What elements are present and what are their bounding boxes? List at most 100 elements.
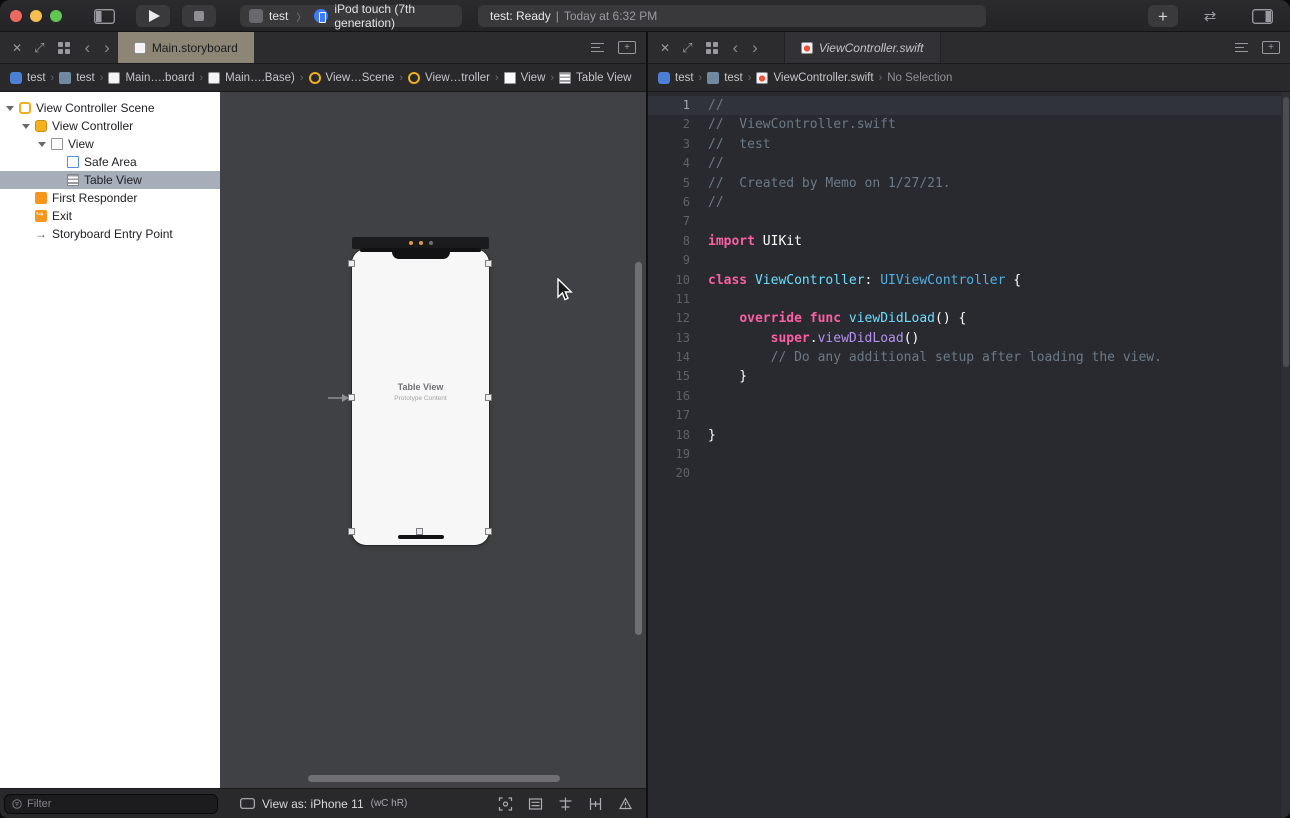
expand-editor-icon[interactable]: ⤢ bbox=[34, 40, 44, 56]
canvas-horizontal-scrollbar[interactable] bbox=[308, 775, 560, 782]
line-number[interactable]: 6 bbox=[648, 193, 690, 212]
line-number[interactable]: 9 bbox=[648, 251, 690, 270]
filter-input[interactable] bbox=[27, 797, 210, 810]
disclosure-triangle-icon[interactable] bbox=[38, 141, 46, 147]
breadcrumb-no-selection[interactable]: No Selection bbox=[887, 72, 952, 84]
add-editor-icon[interactable]: + bbox=[1262, 41, 1280, 54]
view-controller-scene-device[interactable]: Table View Prototype Content bbox=[352, 249, 489, 545]
storyboard-canvas[interactable]: Table View Prototype Content bbox=[220, 92, 646, 788]
line-number[interactable]: 16 bbox=[648, 387, 690, 406]
line-number[interactable]: 8 bbox=[648, 232, 690, 251]
line-number[interactable]: 3 bbox=[648, 135, 690, 154]
code-line[interactable]: 3 // test bbox=[648, 135, 1290, 154]
breadcrumb-table-view[interactable]: Table View bbox=[559, 71, 631, 84]
breadcrumb-viewcontroller-swift[interactable]: ViewController.swift bbox=[756, 71, 874, 84]
breadcrumb-view-troller[interactable]: View…troller bbox=[408, 71, 490, 84]
code-line[interactable]: 10 class ViewController: UIViewController… bbox=[648, 271, 1290, 290]
close-editor-icon[interactable]: ✕ bbox=[12, 41, 22, 55]
inspector-sidebar-toggle-button[interactable] bbox=[1246, 5, 1278, 27]
code-line[interactable]: 19 bbox=[648, 445, 1290, 464]
zoom-window-button[interactable] bbox=[50, 10, 62, 22]
line-number[interactable]: 15 bbox=[648, 367, 690, 386]
code-line[interactable]: 11 bbox=[648, 290, 1290, 309]
minimize-window-button[interactable] bbox=[30, 10, 42, 22]
run-button[interactable] bbox=[136, 5, 170, 27]
line-number[interactable]: 2 bbox=[648, 115, 690, 134]
code-line[interactable]: 18} bbox=[648, 426, 1290, 445]
source-editor[interactable]: 1 // 2 // ViewController.swift 3 // test 4 // 5 /… bbox=[648, 92, 1290, 818]
filter-field[interactable] bbox=[4, 793, 218, 814]
outline-row-view[interactable]: View bbox=[0, 135, 220, 153]
selection-handle[interactable] bbox=[485, 260, 492, 267]
code-line[interactable]: 2 // ViewController.swift bbox=[648, 115, 1290, 134]
line-number[interactable]: 4 bbox=[648, 154, 690, 173]
breadcrumb-view[interactable]: View bbox=[503, 71, 545, 84]
outline-row-storyboard-entry-point[interactable]: → Storyboard Entry Point bbox=[0, 225, 220, 243]
selection-handle[interactable] bbox=[348, 528, 355, 535]
line-number[interactable]: 11 bbox=[648, 290, 690, 309]
code-line[interactable]: 17 bbox=[648, 406, 1290, 425]
back-icon[interactable]: ‹ bbox=[732, 39, 738, 56]
code-review-button[interactable]: ⇄ bbox=[1192, 5, 1228, 27]
disclosure-triangle-icon[interactable] bbox=[22, 123, 30, 129]
outline-row-first-responder[interactable]: First Responder bbox=[0, 189, 220, 207]
outline-row-table-view[interactable]: Table View bbox=[0, 171, 220, 189]
forward-icon[interactable]: › bbox=[752, 39, 758, 56]
code-line[interactable]: 12 override func viewDidLoad() { bbox=[648, 309, 1290, 328]
breadcrumb-test[interactable]: test bbox=[658, 71, 694, 84]
outline-row-view-controller-scene[interactable]: View Controller Scene bbox=[0, 99, 220, 117]
line-number[interactable]: 1 bbox=[648, 96, 690, 115]
update-frames-icon[interactable] bbox=[497, 796, 514, 812]
library-add-button[interactable]: + bbox=[1148, 5, 1178, 27]
code-line[interactable]: 7 bbox=[648, 212, 1290, 231]
breadcrumb-test[interactable]: test bbox=[707, 71, 743, 84]
close-editor-icon[interactable]: ✕ bbox=[660, 41, 670, 55]
code-line[interactable]: 15 } bbox=[648, 367, 1290, 386]
breadcrumb-test[interactable]: test bbox=[10, 71, 46, 84]
selection-handle[interactable] bbox=[485, 394, 492, 401]
line-number[interactable]: 13 bbox=[648, 329, 690, 348]
code-line[interactable]: 9 bbox=[648, 251, 1290, 270]
resolve-auto-layout-icon[interactable] bbox=[617, 796, 634, 812]
line-number[interactable]: 5 bbox=[648, 174, 690, 193]
close-window-button[interactable] bbox=[10, 10, 22, 22]
code-line[interactable]: 6 // bbox=[648, 193, 1290, 212]
code-line[interactable]: 14 // Do any additional setup after load… bbox=[648, 348, 1290, 367]
add-editor-icon[interactable]: + bbox=[618, 41, 636, 54]
line-number[interactable]: 12 bbox=[648, 309, 690, 328]
scheme-selector[interactable]: test 〉 iPod touch (7th generation) bbox=[240, 2, 462, 30]
selection-handle[interactable] bbox=[416, 528, 423, 535]
breadcrumb-main-base[interactable]: Main….Base) bbox=[208, 71, 295, 84]
view-as-control[interactable]: View as: iPhone 11 (wC hR) bbox=[240, 797, 407, 811]
align-icon[interactable] bbox=[557, 796, 574, 812]
add-constraints-icon[interactable] bbox=[587, 796, 604, 812]
code-line[interactable]: 16 bbox=[648, 387, 1290, 406]
breadcrumb-main-board[interactable]: Main….board bbox=[108, 71, 194, 84]
minimap-icon[interactable] bbox=[591, 42, 604, 53]
line-number[interactable]: 17 bbox=[648, 406, 690, 425]
breadcrumb-test[interactable]: test bbox=[59, 71, 95, 84]
code-scrollbar-thumb[interactable] bbox=[1282, 97, 1289, 367]
back-icon[interactable]: ‹ bbox=[84, 39, 90, 56]
navigator-sidebar-toggle-button[interactable] bbox=[90, 5, 118, 27]
disclosure-triangle-icon[interactable] bbox=[6, 105, 14, 111]
canvas-vertical-scrollbar[interactable] bbox=[635, 262, 642, 635]
code-line[interactable]: 8 import UIKit bbox=[648, 232, 1290, 251]
code-line[interactable]: 4 // bbox=[648, 154, 1290, 173]
expand-editor-icon[interactable]: ⤢ bbox=[682, 40, 692, 56]
selection-handle[interactable] bbox=[485, 528, 492, 535]
stop-button[interactable] bbox=[182, 5, 216, 27]
selection-handle[interactable] bbox=[348, 260, 355, 267]
editor-layout-grid-icon[interactable] bbox=[706, 41, 719, 54]
code-line[interactable]: 13 super.viewDidLoad() bbox=[648, 329, 1290, 348]
code-scrollbar-track[interactable] bbox=[1281, 92, 1290, 818]
embed-in-stack-icon[interactable] bbox=[527, 796, 544, 812]
breadcrumb-view-scene[interactable]: View…Scene bbox=[308, 71, 394, 84]
tab-viewcontroller-swift[interactable]: ViewController.swift bbox=[783, 32, 941, 63]
line-number[interactable]: 18 bbox=[648, 426, 690, 445]
line-number[interactable]: 14 bbox=[648, 348, 690, 367]
outline-row-safe-area[interactable]: Safe Area bbox=[0, 153, 220, 171]
line-number[interactable]: 10 bbox=[648, 271, 690, 290]
forward-icon[interactable]: › bbox=[104, 39, 110, 56]
code-line[interactable]: 20 bbox=[648, 464, 1290, 483]
